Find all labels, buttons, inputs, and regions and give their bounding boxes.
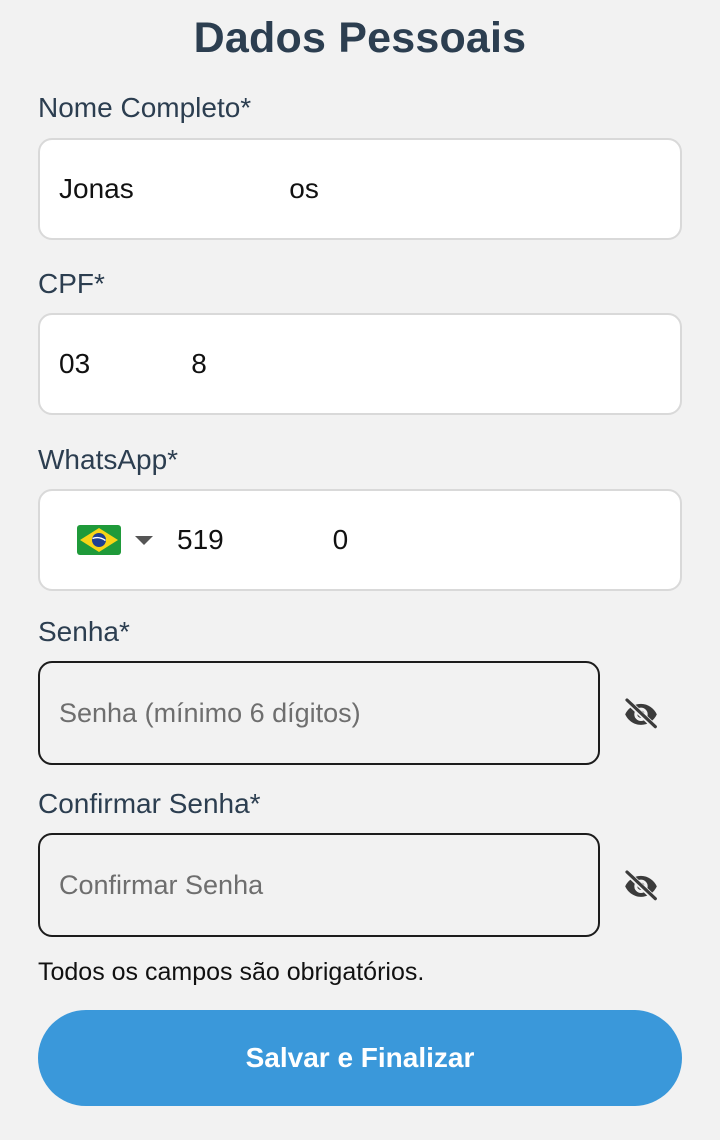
password-label: Senha* [38, 616, 130, 647]
country-selector[interactable] [59, 525, 177, 555]
cpf-field[interactable]: 03 8 [38, 313, 682, 415]
required-fields-note: Todos os campos são obrigatórios. [38, 958, 425, 986]
save-and-finish-button[interactable]: Salvar e Finalizar [38, 1010, 682, 1106]
whatsapp-field[interactable]: 519 0 [38, 489, 682, 591]
eye-off-icon[interactable] [616, 688, 666, 738]
personal-data-screen: Dados Pessoais Nome Completo* Jonas os C… [0, 0, 720, 1140]
page-title: Dados Pessoais [193, 14, 527, 62]
name-field[interactable]: Jonas os [38, 138, 682, 240]
name-value: Jonas os [59, 173, 319, 204]
brazil-flag-icon [77, 525, 121, 555]
whatsapp-value: 519 0 [177, 524, 349, 555]
confirm-password-label: Confirmar Senha* [38, 788, 261, 819]
cpf-value: 03 8 [59, 348, 207, 379]
cpf-label: CPF* [38, 268, 105, 299]
name-label: Nome Completo* [38, 92, 252, 123]
eye-off-icon[interactable] [616, 860, 666, 910]
password-input[interactable] [59, 697, 598, 729]
whatsapp-label: WhatsApp* [38, 444, 179, 475]
chevron-down-icon [135, 535, 153, 545]
confirm-password-input[interactable] [59, 869, 598, 901]
confirm-password-field[interactable] [38, 833, 600, 937]
password-field[interactable] [38, 661, 600, 765]
